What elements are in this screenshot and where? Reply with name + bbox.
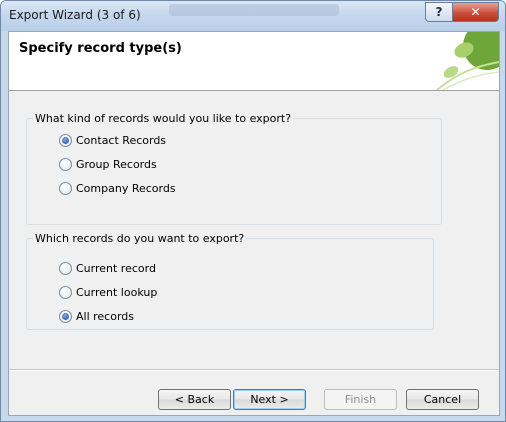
radio-all-records[interactable]: All records <box>59 310 134 323</box>
record-kind-legend: What kind of records would you like to e… <box>33 112 294 125</box>
cancel-button[interactable]: Cancel <box>406 389 479 410</box>
next-button[interactable]: Next > <box>233 389 306 410</box>
background-window-title-ghost <box>169 4 339 16</box>
back-button[interactable]: < Back <box>158 389 231 410</box>
radio-group-records[interactable]: Group Records <box>59 158 157 171</box>
close-icon: ✕ <box>470 5 481 19</box>
radio-current-lookup[interactable]: Current lookup <box>59 286 157 299</box>
radio-selected-icon[interactable] <box>59 134 72 147</box>
leaf-decoration-icon <box>436 32 499 90</box>
radio-label: Contact Records <box>76 134 167 147</box>
radio-current-record[interactable]: Current record <box>59 262 156 275</box>
export-wizard-window: Export Wizard (3 of 6) ? ✕ Specify recor… <box>0 0 506 422</box>
record-scope-legend: Which records do you want to export? <box>33 232 247 245</box>
radio-unselected-icon[interactable] <box>59 182 72 195</box>
wizard-body: Specify record type(s) What kind of reco… <box>8 31 500 416</box>
title-bar[interactable]: Export Wizard (3 of 6) ? ✕ <box>1 1 505 31</box>
radio-label: All records <box>76 310 135 323</box>
radio-label: Group Records <box>76 158 157 171</box>
wizard-header: Specify record type(s) <box>9 32 499 91</box>
footer-divider <box>9 369 499 371</box>
radio-unselected-icon[interactable] <box>59 262 72 275</box>
radio-contact-records[interactable]: Contact Records <box>59 134 166 147</box>
window-title: Export Wizard (3 of 6) <box>9 8 141 22</box>
help-icon: ? <box>435 5 443 19</box>
record-scope-group: Which records do you want to export? Cur… <box>26 232 434 330</box>
finish-button[interactable]: Finish <box>324 389 397 410</box>
radio-company-records[interactable]: Company Records <box>59 182 176 195</box>
radio-unselected-icon[interactable] <box>59 158 72 171</box>
radio-label: Current lookup <box>76 286 158 299</box>
record-kind-group: What kind of records would you like to e… <box>26 112 442 225</box>
radio-label: Current record <box>76 262 156 275</box>
radio-unselected-icon[interactable] <box>59 286 72 299</box>
radio-label: Company Records <box>76 182 176 195</box>
help-button[interactable]: ? <box>425 2 453 22</box>
close-button[interactable]: ✕ <box>452 2 499 22</box>
page-title: Specify record type(s) <box>19 41 182 56</box>
radio-selected-icon[interactable] <box>59 310 72 323</box>
